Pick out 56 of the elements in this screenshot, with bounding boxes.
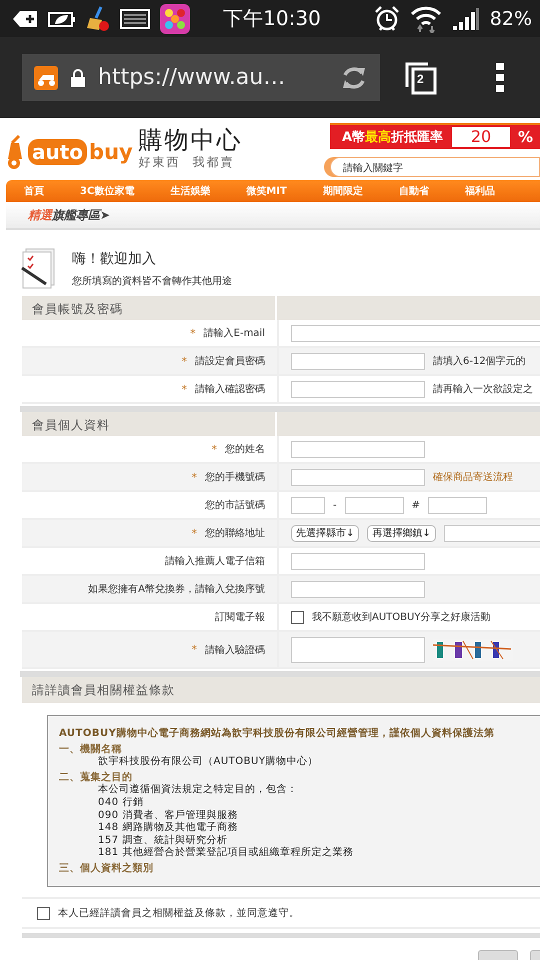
field-label: 訂閱電子報 (215, 610, 265, 624)
slogan-text: 好東西 我都賣 (138, 154, 236, 171)
required-mark: * (182, 382, 187, 396)
separator-text: # (412, 500, 420, 510)
percent-sign: % (518, 128, 534, 146)
required-mark: * (192, 470, 197, 484)
field-label: 您的姓名 (225, 443, 265, 456)
section-header: 會員帳號及密碼 (22, 296, 275, 320)
terms-text: AUTOBUY購物中心電子商務網站為歆宇科技股份有限公司經營管理，謹依個人資料保護法第 (59, 728, 496, 741)
agreement-label: 本人已經詳讀會員之相關權益及條款，並同意遵守。 (58, 906, 300, 920)
section-header: 請詳讀會員相關權益條款 (31, 682, 176, 699)
required-mark: * (182, 354, 187, 368)
field-label: 如果您擁有A幣兌換券，請輸入兌換序號 (88, 582, 265, 596)
url-text: https://www.au… (98, 65, 286, 90)
required-mark: * (190, 326, 196, 340)
hint-text: 確保商品寄送流程 (433, 470, 513, 484)
promo-label: A幣最高折抵匯率 (342, 128, 444, 146)
field-label: 您的手機號碼 (205, 470, 265, 484)
hint-text: 請填入6-12個字元的 (433, 354, 526, 368)
terms-text: 一、機關名稱 (59, 744, 123, 756)
terms-text: 157 調查、統計與研究分析 (97, 834, 228, 846)
terms-text: 148 網路購物及其他電子商務 (97, 822, 239, 834)
rate-value: 20 (452, 127, 510, 147)
welcome-title: 嗨！歡迎加入 (72, 250, 157, 268)
logo-text: buy (89, 140, 133, 164)
site-name: 購物中心 (138, 126, 243, 154)
dropdown[interactable]: 再選擇鄉鎮↓ (367, 524, 436, 542)
dropdown[interactable]: 先選擇縣市↓ (291, 524, 360, 542)
terms-text: 090 消費者、客戶管理與服務 (97, 810, 239, 822)
checkbox-label: 我不願意收到AUTOBUY分享之好康活動 (312, 610, 490, 624)
field-label: 請輸入E-mail (204, 326, 265, 340)
terms-text: 二、蒐集之目的 (59, 772, 134, 784)
address-bar[interactable]: https://www.au… (22, 54, 380, 101)
required-mark: * (212, 442, 217, 456)
section-header: 會員個人資料 (22, 412, 275, 436)
terms-text: 歆宇科技股份有限公司（AUTOBUY購物中心） (97, 756, 319, 769)
field-label: 請輸入驗證碼 (205, 644, 265, 656)
battery-level-text: 82% (490, 8, 532, 30)
logo-text: auto (28, 139, 88, 165)
terms-text: 三、個人資料之類別 (59, 862, 154, 876)
required-mark: * (192, 526, 197, 540)
welcome-subtitle: 您所填寫的資料皆不會轉作其他用途 (72, 274, 232, 288)
separator-text: - (333, 500, 337, 510)
clock-text: 下午10:30 (222, 5, 322, 32)
field-label: 請輸入推薦人電子信箱 (165, 554, 265, 568)
field-label: 請輸入確認密碼 (195, 382, 265, 396)
required-mark: * (192, 643, 197, 656)
terms-text: 本公司遵循個資法規定之特定目的，包含： (97, 784, 298, 797)
field-label: 請設定會員密碼 (195, 354, 265, 368)
terms-text-box[interactable]: AUTOBUY購物中心電子商務網站為歆宇科技股份有限公司經營管理，謹依個人資料保護法第 一、機關名稱 歆宇科技股份有限公司（AUTOBUY購物中心） 二、蒐集之目的 本公司遵循個資法規定之特定目的，包含： 040 行銷 090 消費者、客戶管理與服務 148 網路購物及其他電子商務 157 調查、統計與研究分析 181 其他經營合於營業登記項目或組織章程所定之業務 三、個人資料之類別 (47, 715, 540, 887)
hint-text: 請再輸入一次欲設定之 (433, 382, 533, 396)
field-label: 您的市話號碼 (205, 498, 265, 512)
field-label: 您的聯絡地址 (205, 526, 265, 540)
terms-text: 181 其他經營合於營業登記項目或組織章程所定之業務 (97, 847, 354, 860)
featured-link[interactable]: 精選旗艦專區➤ (28, 206, 110, 224)
terms-text: 040 行銷 (97, 796, 144, 810)
